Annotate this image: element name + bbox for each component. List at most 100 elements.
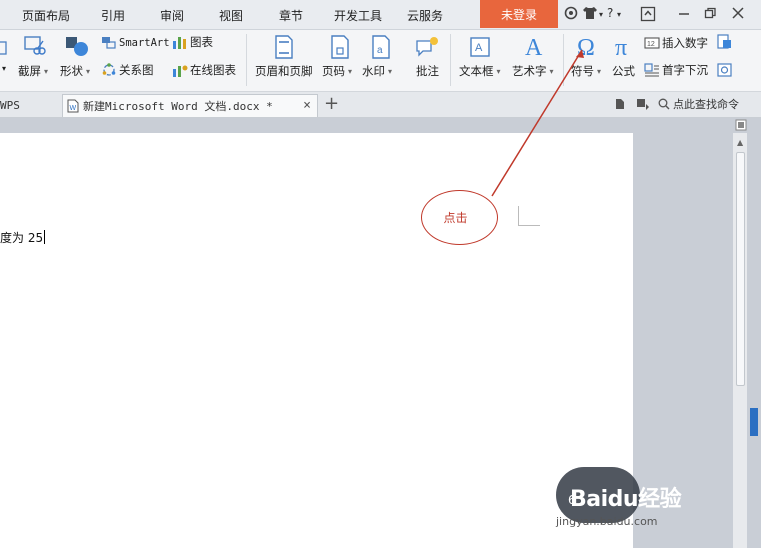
smartart-label: SmartArt: [119, 37, 170, 49]
svg-text:Ω: Ω: [577, 35, 595, 59]
relation-chart-label: 关系图: [119, 63, 154, 77]
command-search-label: 点此查找命令: [673, 98, 739, 111]
dropcap-button[interactable]: 首字下沉: [644, 62, 708, 78]
ribbon-separator: [563, 34, 564, 86]
document-page[interactable]: [0, 133, 633, 548]
wordart-caret: ▾: [549, 66, 554, 76]
symbol-caret: ▾: [597, 66, 602, 76]
date-icon[interactable]: [717, 62, 733, 78]
menu-page-layout[interactable]: 页面布局: [22, 7, 70, 24]
menu-references[interactable]: 引用: [101, 7, 125, 24]
symbol-label: 符号: [571, 64, 594, 78]
textbox-label: 文本框: [459, 64, 494, 78]
chart-label: 图表: [190, 35, 213, 49]
svg-text:12: 12: [647, 41, 655, 48]
skin-icon[interactable]: [564, 6, 578, 23]
document-text: 度为 25: [0, 231, 44, 245]
textbox-caret: ▾: [496, 66, 501, 76]
maximize-icon[interactable]: [703, 6, 717, 23]
insert-number-label: 插入数字: [662, 36, 708, 50]
smartart-button[interactable]: SmartArt: [101, 36, 170, 50]
smartart-icon: [101, 36, 117, 50]
wordart-label: 艺术字: [512, 64, 547, 78]
command-search[interactable]: 点此查找命令: [658, 96, 739, 112]
word-document-icon: W: [67, 99, 79, 113]
login-button[interactable]: 未登录: [480, 0, 558, 28]
shirt-icon[interactable]: [582, 6, 598, 23]
svg-text:A: A: [525, 35, 543, 59]
screenshot-caret: ▾: [44, 66, 49, 76]
minimize-icon[interactable]: [677, 6, 691, 23]
tab-wps[interactable]: WPS: [0, 94, 60, 117]
svg-text:π: π: [615, 35, 627, 59]
scroll-settings-icon[interactable]: [735, 119, 747, 134]
watermark-label: 水印: [362, 64, 385, 78]
watermark-icon[interactable]: a: [369, 34, 393, 60]
tab-document[interactable]: W 新建Microsoft Word 文档.docx * ×: [62, 94, 318, 117]
page-number-icon[interactable]: [328, 34, 352, 60]
watermark-button[interactable]: 水印 ▾: [362, 63, 392, 79]
screenshot-icon[interactable]: [23, 34, 47, 58]
shape-icon[interactable]: [64, 34, 90, 58]
menu-developer[interactable]: 开发工具: [334, 7, 382, 24]
svg-text:a: a: [377, 45, 383, 56]
symbol-button[interactable]: 符号 ▾: [571, 63, 601, 79]
annotation-label: 点击: [443, 211, 468, 225]
wordart-button[interactable]: 艺术字 ▾: [512, 63, 554, 79]
scroll-up-icon[interactable]: ▲: [737, 138, 743, 147]
tab-wps-label: WPS: [0, 99, 20, 112]
omega-symbol-icon[interactable]: Ω: [575, 32, 601, 60]
page-number-label: 页码: [322, 64, 345, 78]
close-window-icon[interactable]: [731, 6, 745, 23]
online-chart-label: 在线图表: [190, 63, 236, 77]
doc-menu-icon[interactable]: [636, 98, 650, 113]
scrollbar-thumb[interactable]: [736, 152, 745, 386]
textbox-button[interactable]: 文本框 ▾: [459, 63, 501, 79]
svg-text:W: W: [70, 105, 77, 112]
shape-caret: ▾: [86, 66, 91, 76]
formula-button[interactable]: 公式: [612, 63, 635, 79]
new-tab-icon[interactable]: +: [324, 93, 339, 114]
restore-ribbon-icon[interactable]: [640, 6, 656, 25]
screenshot-label: 截屏: [18, 64, 41, 78]
menu-cloud[interactable]: 云服务: [407, 7, 443, 24]
page-margin-marker: [518, 206, 540, 226]
relation-chart-icon: [101, 63, 117, 77]
wps-writer-window: 页面布局 引用 审阅 视图 章节 开发工具 云服务 未登录 ▾ ? ▾ ▾ 截屏…: [0, 0, 761, 548]
menu-view[interactable]: 视图: [219, 7, 243, 24]
shape-label: 形状: [60, 64, 83, 78]
screenshot-button[interactable]: 截屏 ▾: [18, 63, 48, 79]
textbox-icon[interactable]: A: [468, 34, 492, 60]
document-text-line[interactable]: 度为 25: [0, 229, 46, 246]
watermark-url: jingyan.baidu.com: [556, 515, 658, 528]
shape-button[interactable]: 形状 ▾: [60, 63, 90, 79]
ribbon-separator: [246, 34, 247, 86]
header-footer-button[interactable]: 页眉和页脚: [255, 63, 313, 79]
table-icon[interactable]: [0, 38, 8, 58]
relation-chart-button[interactable]: 关系图: [101, 62, 154, 78]
help-button[interactable]: ?: [607, 6, 613, 20]
header-footer-icon[interactable]: [272, 34, 296, 60]
comment-icon[interactable]: [414, 34, 442, 60]
wordart-icon[interactable]: A: [522, 32, 546, 60]
baidu-jingyan-watermark: 6 Baidu经验 jingyan.baidu.com: [556, 467, 746, 537]
skin-menu-caret[interactable]: ▾: [599, 10, 603, 19]
annotation-callout: 点击: [421, 190, 498, 245]
chart-button[interactable]: 图表: [172, 34, 213, 50]
close-tab-icon[interactable]: ×: [303, 98, 311, 113]
dropcap-label: 首字下沉: [662, 63, 708, 77]
dropcap-icon: [644, 63, 660, 77]
help-menu-caret[interactable]: ▾: [617, 10, 621, 19]
comment-button[interactable]: 批注: [416, 63, 439, 79]
menu-section[interactable]: 章节: [279, 7, 303, 24]
menu-review[interactable]: 审阅: [160, 7, 184, 24]
online-chart-button[interactable]: 在线图表: [172, 62, 236, 78]
pi-formula-icon[interactable]: π: [613, 32, 637, 60]
object-icon[interactable]: [717, 34, 733, 50]
doc-stats-icon[interactable]: [614, 98, 626, 113]
table-menu-caret[interactable]: ▾: [2, 64, 6, 73]
sidebar-toggle-handle[interactable]: [750, 408, 758, 436]
formula-label: 公式: [612, 64, 635, 78]
page-number-button[interactable]: 页码 ▾: [322, 63, 352, 79]
insert-number-button[interactable]: 12 插入数字: [644, 35, 708, 51]
